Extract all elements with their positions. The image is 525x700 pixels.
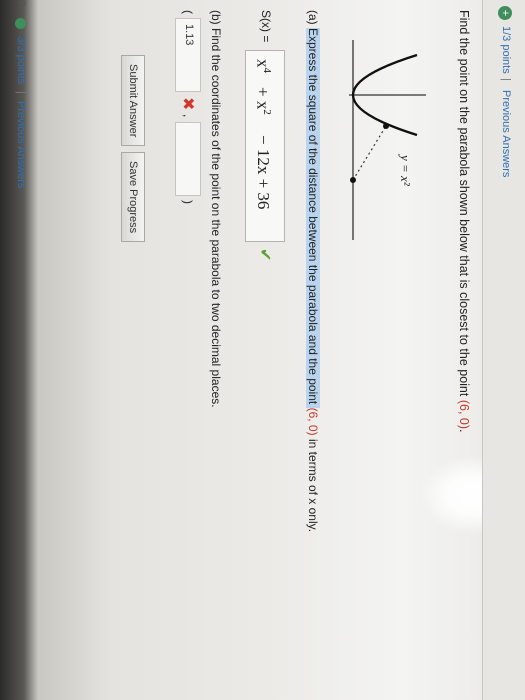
parabola-graph: y = x² xyxy=(349,40,426,240)
save-progress-button[interactable]: Save Progress xyxy=(121,152,145,243)
next-status-icon xyxy=(15,18,27,30)
question-number: 7. xyxy=(15,0,27,10)
exp-4: 4 xyxy=(261,67,273,74)
question-panel: + 1/3 points | Previous Answers Find the… xyxy=(0,0,525,700)
part-a-highlight: Express the square of the distance betwe… xyxy=(306,28,320,408)
previous-answers-link[interactable]: Previous Answers xyxy=(500,90,512,177)
open-paren: ( xyxy=(181,10,195,14)
given-point xyxy=(350,177,356,183)
curve-label: y = x² xyxy=(398,153,413,187)
submit-answer-button[interactable]: Submit Answer xyxy=(121,55,145,147)
target-point: (6, 0) xyxy=(457,399,471,430)
part-a-prompt: (a) Express the square of the distance b… xyxy=(306,10,320,532)
problem-statement: Find the point on the parabola shown bel… xyxy=(457,10,471,433)
y-coordinate-input[interactable] xyxy=(175,122,201,196)
exp-2: 2 xyxy=(261,109,273,115)
next-points-link[interactable]: 3/3 points xyxy=(15,36,27,84)
x-coordinate-value: 1.13 xyxy=(183,24,195,46)
closest-point xyxy=(383,123,389,129)
check-icon: ✔ xyxy=(256,248,273,262)
part-a-suffix: in terms of x only. xyxy=(306,435,320,533)
term-rest: − 12x + 36 xyxy=(254,135,273,210)
points-link[interactable]: 1/3 points xyxy=(500,26,512,74)
x-coordinate-input[interactable]: 1.13 xyxy=(175,18,201,92)
s-label: S(x) = xyxy=(259,10,273,43)
problem-end: . xyxy=(457,429,471,433)
next-previous-answers-link[interactable]: Previous Answers xyxy=(15,101,27,188)
part-a-prefix: (a) xyxy=(306,10,320,28)
distance-segment xyxy=(352,125,387,181)
close-paren: ) xyxy=(181,200,195,204)
s-answer-field[interactable]: x4 + x2 − 12x + 36 xyxy=(245,50,285,242)
term-plus-x: + x xyxy=(253,87,273,110)
term-x: x xyxy=(253,59,273,68)
problem-text: Find the point on the parabola shown bel… xyxy=(457,10,471,400)
term-x2: + x2 xyxy=(252,87,273,115)
status-icon: + xyxy=(498,6,512,20)
part-b-prompt: (b) Find the coordinates of the point on… xyxy=(209,10,223,408)
question-header: + 1/3 points | Previous Answers xyxy=(482,0,525,700)
next-question-header: 7. 3/3 points | Previous Answers xyxy=(15,0,27,188)
x-mark-icon: ✖ xyxy=(179,97,196,111)
coord-comma: , xyxy=(181,114,195,118)
term-x4: x4 xyxy=(252,59,273,73)
footer-separator: | xyxy=(15,91,27,94)
part-a-point: (6, 0) xyxy=(306,407,320,436)
header-separator: | xyxy=(500,78,512,81)
